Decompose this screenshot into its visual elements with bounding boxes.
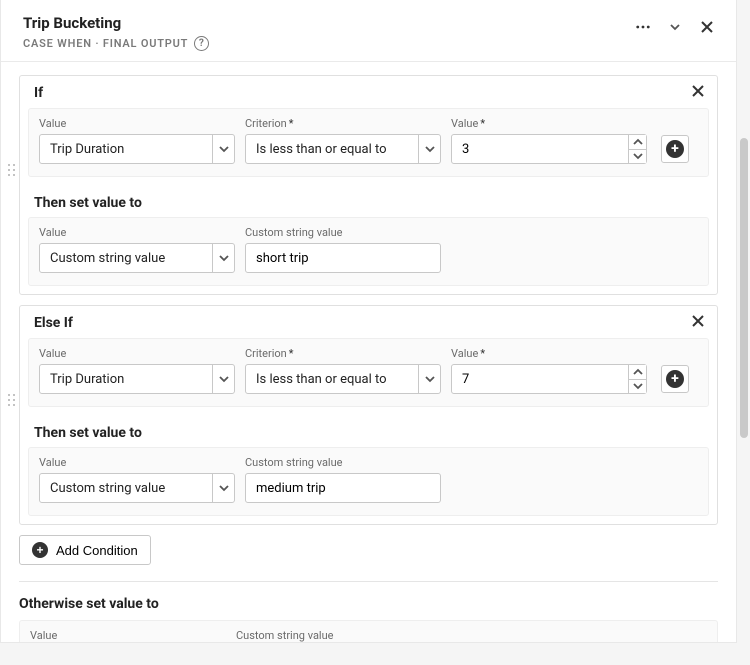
chevron-down-icon [633, 151, 643, 161]
label-value-req: Value* [451, 117, 647, 130]
step-up-button[interactable] [629, 135, 646, 150]
label-value: Value [30, 629, 226, 642]
remove-block-button[interactable] [691, 84, 705, 102]
label-value: Value [39, 456, 235, 469]
step-up-button[interactable] [629, 365, 646, 380]
custom-string-input[interactable] [245, 243, 441, 273]
criterion-dropdown[interactable]: Is less than or equal to [245, 134, 441, 164]
chevron-down-icon [425, 374, 435, 384]
condition-row: Value Trip Duration Criterion* Is less t… [28, 338, 709, 407]
remove-block-button[interactable] [691, 314, 705, 332]
close-icon [691, 314, 705, 328]
label-criterion: Criterion* [245, 117, 441, 130]
plus-icon: + [32, 542, 48, 558]
block-head-elseif: Else If [34, 315, 73, 331]
chevron-down-icon [219, 374, 229, 384]
step-down-button[interactable] [629, 150, 646, 164]
then-heading: Then set value to [20, 185, 717, 217]
chevron-down-icon [219, 144, 229, 154]
then-value-dropdown[interactable]: Custom string value [39, 473, 235, 503]
label-value: Value [39, 347, 235, 360]
drag-handle-icon[interactable] [8, 164, 16, 180]
plus-icon: + [666, 140, 684, 158]
label-custom-string: Custom string value [245, 226, 441, 239]
step-down-button[interactable] [629, 380, 646, 394]
plus-icon: + [666, 370, 684, 388]
label-value: Value [39, 226, 235, 239]
label-criterion: Criterion* [245, 347, 441, 360]
then-value-dropdown[interactable]: Custom string value [39, 243, 235, 273]
add-condition-button[interactable]: + Add Condition [19, 535, 151, 565]
more-menu-button[interactable] [630, 14, 656, 40]
condition-value-dropdown[interactable]: Trip Duration [39, 364, 235, 394]
panel-subtitle: CASE WHEN · FINAL OUTPUT ? [23, 36, 209, 51]
chevron-down-icon [425, 144, 435, 154]
chevron-down-icon [219, 253, 229, 263]
condition-value-dropdown[interactable]: Trip Duration [39, 134, 235, 164]
otherwise-heading: Otherwise set value to [19, 596, 718, 612]
number-stepper[interactable] [628, 135, 646, 163]
chevron-down-icon [633, 381, 643, 391]
chevron-down-icon [219, 483, 229, 493]
then-heading: Then set value to [20, 415, 717, 447]
drag-handle-icon[interactable] [8, 394, 16, 410]
panel-header: Trip Bucketing CASE WHEN · FINAL OUTPUT … [1, 0, 736, 62]
divider [19, 581, 718, 582]
criterion-dropdown[interactable]: Is less than or equal to [245, 364, 441, 394]
panel-title: Trip Bucketing [23, 14, 209, 32]
label-value-req: Value* [451, 347, 647, 360]
condition-block-if: If Value Trip Duration Criterion* [19, 75, 718, 295]
close-icon [691, 84, 705, 98]
add-condition-row-button[interactable]: + [661, 135, 689, 163]
label-custom-string: Custom string value [245, 456, 441, 469]
then-row: Value Custom string value Custom string … [28, 217, 709, 286]
condition-value-input[interactable] [451, 364, 647, 394]
condition-block-elseif: Else If Value Trip Duration Criteri [19, 305, 718, 525]
collapse-button[interactable] [662, 14, 688, 40]
close-icon [700, 20, 714, 34]
number-stepper[interactable] [628, 365, 646, 393]
label-custom-string: Custom string value [236, 629, 432, 642]
block-head-if: If [34, 85, 43, 101]
close-panel-button[interactable] [694, 14, 720, 40]
add-condition-row-button[interactable]: + [661, 365, 689, 393]
ellipsis-icon [636, 25, 650, 29]
condition-row: Value Trip Duration Criterion* Is less t… [28, 108, 709, 177]
custom-string-input[interactable] [245, 473, 441, 503]
chevron-down-icon [670, 22, 680, 32]
case-when-panel: Trip Bucketing CASE WHEN · FINAL OUTPUT … [0, 0, 737, 643]
chevron-up-icon [633, 137, 643, 147]
help-icon[interactable]: ? [194, 36, 209, 51]
otherwise-row: Value Custom string value Custom string … [19, 620, 718, 642]
then-row: Value Custom string value Custom string … [28, 447, 709, 516]
scrollbar-thumb[interactable] [740, 138, 748, 438]
label-value: Value [39, 117, 235, 130]
chevron-up-icon [633, 367, 643, 377]
panel-body: If Value Trip Duration Criterion* [1, 62, 736, 642]
condition-value-input[interactable] [451, 134, 647, 164]
